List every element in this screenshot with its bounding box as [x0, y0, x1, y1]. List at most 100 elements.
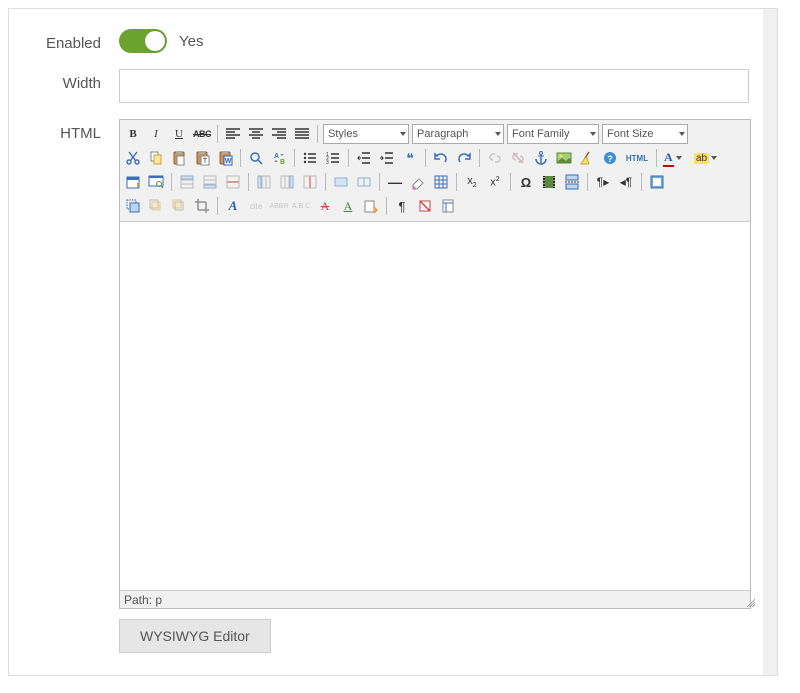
toggle-knob — [145, 31, 165, 51]
fullscreen-icon — [649, 174, 665, 190]
align-justify-button[interactable] — [292, 124, 312, 144]
separator — [248, 173, 249, 191]
help-button[interactable]: ? — [600, 148, 620, 168]
forecolor-button[interactable]: A — [662, 148, 690, 168]
ltr-button[interactable]: ¶▸ — [593, 172, 613, 192]
hr-button[interactable]: — — [385, 172, 405, 192]
form-panel: Enabled Yes Width HTML B I — [8, 8, 778, 676]
table-row-icon — [202, 174, 218, 190]
visual-aid-button[interactable] — [431, 172, 451, 192]
calendar-icon — [125, 174, 141, 190]
styleprops-button[interactable]: A — [223, 196, 243, 216]
cleanup-button[interactable] — [577, 148, 597, 168]
clipboard-word-icon: W — [217, 150, 233, 166]
link-button[interactable] — [485, 148, 505, 168]
acronym-button[interactable]: A.B.C. — [292, 196, 312, 216]
table-delete-col-button[interactable] — [300, 172, 320, 192]
blockquote-button[interactable]: ❝ — [400, 148, 420, 168]
editor-content-area[interactable] — [120, 222, 750, 590]
table-insert-row-before-button[interactable] — [177, 172, 197, 192]
table-col-icon — [256, 174, 272, 190]
visualchars-button[interactable]: ¶ — [392, 196, 412, 216]
unlink-button[interactable] — [508, 148, 528, 168]
abbr-button[interactable]: ABBR — [269, 196, 289, 216]
fullscreen-button[interactable] — [647, 172, 667, 192]
preview-icon — [148, 174, 164, 190]
subscript-button[interactable]: x2 — [462, 172, 482, 192]
move-forward-button[interactable] — [146, 196, 166, 216]
wysiwyg-toggle-button[interactable]: WYSIWYG Editor — [119, 619, 271, 653]
backcolor-button[interactable]: ab — [693, 148, 721, 168]
move-backward-button[interactable] — [169, 196, 189, 216]
table-merge-cells-button[interactable] — [331, 172, 351, 192]
superscript-button[interactable]: x2 — [485, 172, 505, 192]
attribs-button[interactable] — [361, 196, 381, 216]
copy-button[interactable] — [146, 148, 166, 168]
italic-button[interactable]: I — [146, 124, 166, 144]
toolbar-row-2: T W AB 123 ❝ — [123, 146, 747, 170]
preview-button[interactable] — [146, 172, 166, 192]
enabled-toggle[interactable] — [119, 29, 167, 53]
align-right-button[interactable] — [269, 124, 289, 144]
remove-format-button[interactable] — [408, 172, 428, 192]
anchor-button[interactable] — [531, 148, 551, 168]
scrollbar[interactable] — [763, 9, 777, 675]
strikethrough-button[interactable]: ABC — [192, 124, 212, 144]
insert-layer-button[interactable] — [123, 196, 143, 216]
table-split-cells-button[interactable] — [354, 172, 374, 192]
paste-button[interactable] — [169, 148, 189, 168]
table-insert-row-after-button[interactable] — [200, 172, 220, 192]
fontfamily-select[interactable]: Font Family — [507, 124, 599, 144]
wysiwyg-editor: B I U ABC Styles Paragraph — [119, 119, 751, 609]
nonbreaking-button[interactable] — [415, 196, 435, 216]
editor-resize-handle[interactable] — [743, 595, 757, 609]
merge-cells-icon — [333, 174, 349, 190]
bring-forward-icon — [148, 198, 164, 214]
cut-button[interactable] — [123, 148, 143, 168]
ins-button[interactable]: A — [338, 196, 358, 216]
help-icon: ? — [602, 150, 618, 166]
html-source-button[interactable]: HTML — [623, 148, 651, 168]
special-char-button[interactable]: Ω — [516, 172, 536, 192]
rtl-button[interactable]: ◂¶ — [616, 172, 636, 192]
table-insert-col-before-button[interactable] — [254, 172, 274, 192]
fontsize-select[interactable]: Font Size — [602, 124, 688, 144]
paste-text-button[interactable]: T — [192, 148, 212, 168]
table-delete-row-button[interactable] — [223, 172, 243, 192]
cite-icon: cite — [250, 202, 262, 211]
layer-icon — [125, 198, 141, 214]
table-col-icon — [279, 174, 295, 190]
find-button[interactable] — [246, 148, 266, 168]
replace-icon: AB — [271, 150, 287, 166]
styles-select[interactable]: Styles — [323, 124, 409, 144]
del-button[interactable]: A — [315, 196, 335, 216]
numbered-list-button[interactable]: 123 — [323, 148, 343, 168]
svg-text:3: 3 — [326, 160, 329, 166]
bold-button[interactable]: B — [123, 124, 143, 144]
toolbar-row-3: — x2 x2 Ω ¶▸ ◂¶ — [123, 170, 747, 194]
absolute-button[interactable] — [192, 196, 212, 216]
undo-button[interactable] — [431, 148, 451, 168]
media-button[interactable] — [539, 172, 559, 192]
quote-icon: ❝ — [406, 150, 414, 167]
replace-button[interactable]: AB — [269, 148, 289, 168]
underline-button[interactable]: U — [169, 124, 189, 144]
outdent-button[interactable] — [354, 148, 374, 168]
enabled-value: Yes — [179, 33, 203, 50]
cite-button[interactable]: cite — [246, 196, 266, 216]
align-left-button[interactable] — [223, 124, 243, 144]
bullet-list-button[interactable] — [300, 148, 320, 168]
width-input[interactable] — [119, 69, 749, 103]
insert-date-button[interactable] — [123, 172, 143, 192]
template-button[interactable] — [438, 196, 458, 216]
indent-button[interactable] — [377, 148, 397, 168]
separator — [656, 149, 657, 167]
redo-button[interactable] — [454, 148, 474, 168]
align-center-button[interactable] — [246, 124, 266, 144]
format-select[interactable]: Paragraph — [412, 124, 504, 144]
image-button[interactable] — [554, 148, 574, 168]
paste-word-button[interactable]: W — [215, 148, 235, 168]
pagebreak-button[interactable] — [562, 172, 582, 192]
table-insert-col-after-button[interactable] — [277, 172, 297, 192]
path-value[interactable]: p — [155, 593, 162, 607]
